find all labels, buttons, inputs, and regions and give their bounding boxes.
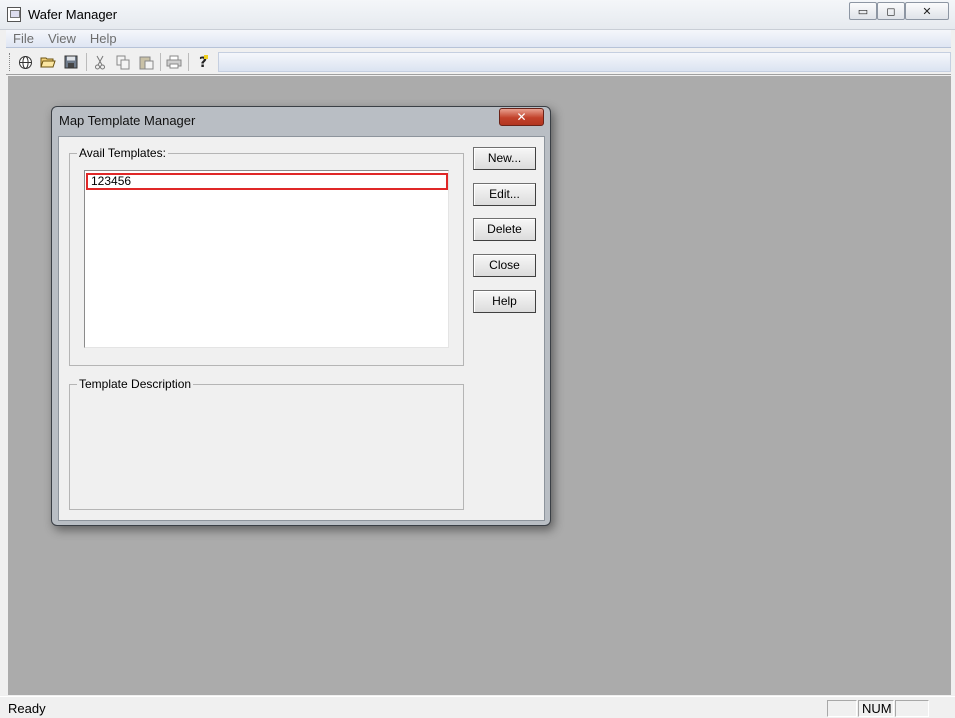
new-button[interactable]: New... (473, 147, 536, 170)
menu-help[interactable]: Help (83, 31, 124, 46)
close-button[interactable]: Close (473, 254, 536, 277)
dialog-close-button[interactable]: ✕ (499, 108, 544, 126)
toolbar-grip[interactable] (9, 53, 12, 71)
list-item[interactable]: 123456 (86, 173, 448, 190)
map-template-manager-dialog: Map Template Manager ✕ Avail Templates: … (51, 106, 551, 526)
status-bar: Ready NUM (0, 696, 955, 718)
status-pane-scroll (895, 700, 929, 717)
title-bar: Wafer Manager ▭ ◻ ✕ (0, 0, 955, 30)
menu-file[interactable]: File (6, 31, 41, 46)
maximize-icon: ◻ (886, 5, 896, 18)
avail-templates-group: Avail Templates: 123456 (69, 146, 464, 366)
help-icon[interactable]: ? (194, 53, 212, 71)
toolbar: ? (6, 49, 951, 75)
status-pane-caps (827, 700, 857, 717)
close-window-button[interactable]: ✕ (905, 2, 949, 20)
open-folder-icon[interactable] (39, 53, 57, 71)
dialog-title: Map Template Manager (59, 113, 196, 128)
window-title: Wafer Manager (28, 7, 118, 22)
copy-icon[interactable] (114, 53, 132, 71)
maximize-button[interactable]: ◻ (877, 2, 905, 20)
templates-listbox[interactable]: 123456 (84, 170, 449, 348)
paste-icon[interactable] (137, 53, 155, 71)
app-icon[interactable] (7, 7, 21, 22)
menu-view[interactable]: View (41, 31, 83, 46)
toolbar-separator (86, 53, 87, 71)
menu-bar: File View Help (6, 30, 951, 48)
close-icon: ✕ (922, 5, 932, 18)
toolbar-separator (188, 53, 189, 71)
toolbar-separator (160, 53, 161, 71)
minimize-icon: ▭ (857, 5, 869, 18)
avail-templates-label: Avail Templates: (77, 146, 168, 160)
save-icon[interactable] (62, 53, 80, 71)
edit-button[interactable]: Edit... (473, 183, 536, 206)
close-icon: ✕ (516, 110, 527, 124)
minimize-button[interactable]: ▭ (849, 2, 877, 20)
status-pane-num: NUM (858, 700, 894, 717)
template-description-group: Template Description (69, 377, 464, 510)
dialog-body: Avail Templates: 123456 Template Descrip… (58, 136, 545, 521)
delete-button[interactable]: Delete (473, 218, 536, 241)
help-button[interactable]: Help (473, 290, 536, 313)
status-text: Ready (8, 701, 46, 716)
globe-icon[interactable] (16, 53, 34, 71)
cut-icon[interactable] (91, 53, 109, 71)
window-controls: ▭ ◻ ✕ (849, 2, 949, 20)
print-icon[interactable] (165, 53, 183, 71)
template-description-label: Template Description (77, 377, 194, 391)
toolbar-empty-area (218, 52, 951, 72)
